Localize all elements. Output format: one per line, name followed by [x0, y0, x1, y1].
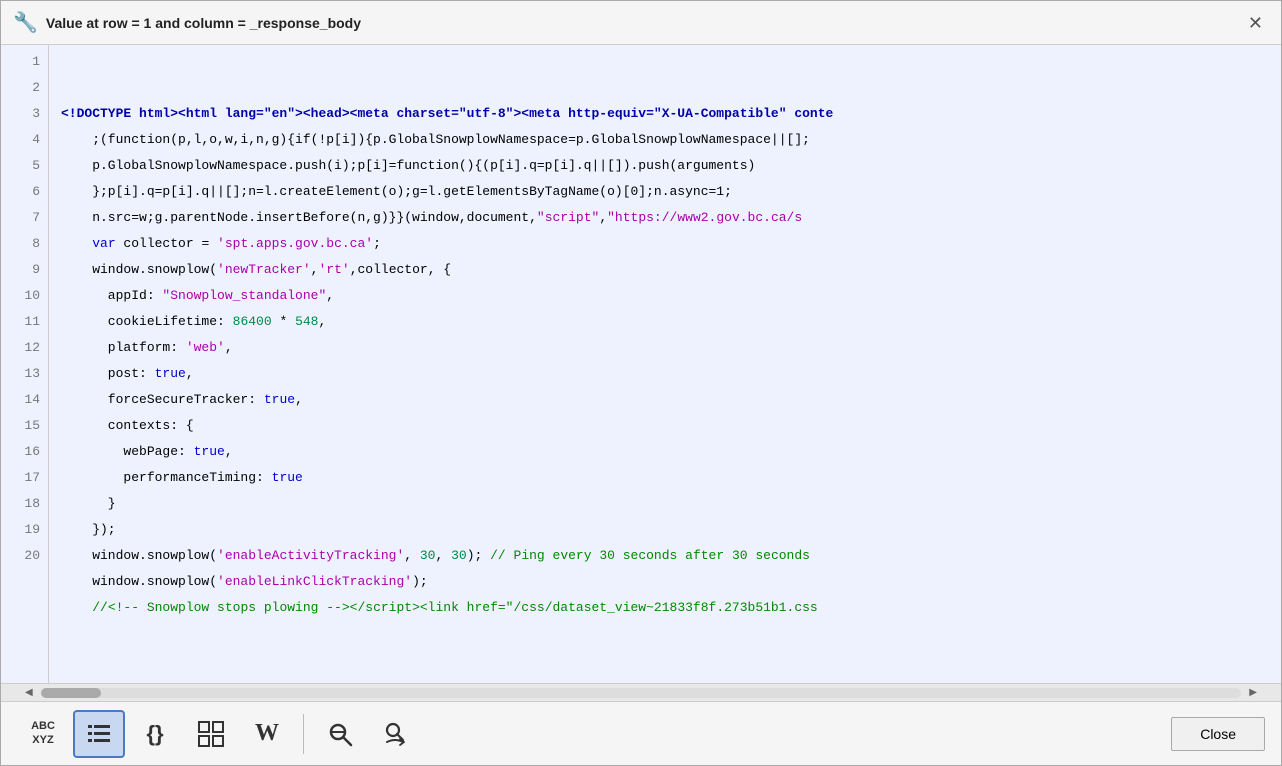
line-number: 11 — [13, 309, 40, 335]
code-line: window.snowplow('enableLinkClickTracking… — [61, 569, 1269, 595]
code-line: <!DOCTYPE html><html lang="en"><head><me… — [61, 101, 1269, 127]
code-line: window.snowplow('newTracker','rt',collec… — [61, 257, 1269, 283]
code-content[interactable]: <!DOCTYPE html><html lang="en"><head><me… — [49, 45, 1281, 683]
line-number: 5 — [13, 153, 40, 179]
code-area: 1234567891011121314151617181920 <!DOCTYP… — [1, 45, 1281, 701]
code-line: }); — [61, 517, 1269, 543]
line-number: 10 — [13, 283, 40, 309]
json-view-button[interactable]: {} — [129, 710, 181, 758]
code-lines: 1234567891011121314151617181920 <!DOCTYP… — [1, 45, 1281, 683]
code-line: window.snowplow('enableActivityTracking'… — [61, 543, 1269, 569]
code-line: //<!-- Snowplow stops plowing --></scrip… — [61, 595, 1269, 621]
find-replace-icon — [381, 720, 411, 748]
scroll-right-arrow[interactable]: ▶ — [1245, 687, 1261, 698]
line-number: 15 — [13, 413, 40, 439]
title-bar: 🔧 Value at row = 1 and column = _respons… — [1, 1, 1281, 45]
grid-icon — [197, 720, 225, 748]
line-number: 17 — [13, 465, 40, 491]
list-view-button[interactable] — [73, 710, 125, 758]
code-line: ;(function(p,l,o,w,i,n,g){if(!p[i]){p.Gl… — [61, 127, 1269, 153]
line-number: 3 — [13, 101, 40, 127]
line-number: 7 — [13, 205, 40, 231]
search-button[interactable] — [314, 710, 366, 758]
dialog: 🔧 Value at row = 1 and column = _respons… — [0, 0, 1282, 766]
line-number: 20 — [13, 543, 40, 569]
code-line: appId: "Snowplow_standalone", — [61, 283, 1269, 309]
code-line: };p[i].q=p[i].q||[];n=l.createElement(o)… — [61, 179, 1269, 205]
h-scrollbar-area[interactable]: ◀ ▶ — [1, 683, 1281, 701]
code-line: webPage: true, — [61, 439, 1269, 465]
code-line: var collector = 'spt.apps.gov.bc.ca'; — [61, 231, 1269, 257]
line-number: 9 — [13, 257, 40, 283]
close-button[interactable]: Close — [1171, 717, 1265, 751]
line-numbers: 1234567891011121314151617181920 — [1, 45, 49, 683]
window-close-button[interactable]: ✕ — [1242, 12, 1269, 34]
title-icon: 🔧 — [13, 10, 38, 35]
line-number: 8 — [13, 231, 40, 257]
title-bar-left: 🔧 Value at row = 1 and column = _respons… — [13, 10, 361, 35]
code-line: p.GlobalSnowplowNamespace.push(i);p[i]=f… — [61, 153, 1269, 179]
wiki-view-button[interactable]: W — [241, 710, 293, 758]
line-number: 19 — [13, 517, 40, 543]
code-line: post: true, — [61, 361, 1269, 387]
code-line: platform: 'web', — [61, 335, 1269, 361]
line-number: 16 — [13, 439, 40, 465]
code-line: } — [61, 491, 1269, 517]
toolbar: ABCXYZ {} W — [1, 701, 1281, 765]
title-text: Value at row = 1 and column = _response_… — [46, 15, 361, 31]
grid-view-button[interactable] — [185, 710, 237, 758]
h-scrollbar-thumb[interactable] — [41, 688, 101, 698]
find-replace-button[interactable] — [370, 710, 422, 758]
line-number: 14 — [13, 387, 40, 413]
line-number: 2 — [13, 75, 40, 101]
line-number: 4 — [13, 127, 40, 153]
code-line: contexts: { — [61, 413, 1269, 439]
code-line: performanceTiming: true — [61, 465, 1269, 491]
line-number: 1 — [13, 49, 40, 75]
scroll-left-arrow[interactable]: ◀ — [21, 687, 37, 698]
text-view-button[interactable]: ABCXYZ — [17, 710, 69, 758]
code-line: n.src=w;g.parentNode.insertBefore(n,g)}}… — [61, 205, 1269, 231]
line-number: 13 — [13, 361, 40, 387]
line-number: 18 — [13, 491, 40, 517]
toolbar-divider — [303, 714, 304, 754]
search-icon — [326, 720, 354, 748]
code-line: forceSecureTracker: true, — [61, 387, 1269, 413]
line-number: 12 — [13, 335, 40, 361]
line-number: 6 — [13, 179, 40, 205]
list-icon — [84, 719, 114, 749]
h-scrollbar-track[interactable] — [41, 688, 1242, 698]
code-line: cookieLifetime: 86400 * 548, — [61, 309, 1269, 335]
